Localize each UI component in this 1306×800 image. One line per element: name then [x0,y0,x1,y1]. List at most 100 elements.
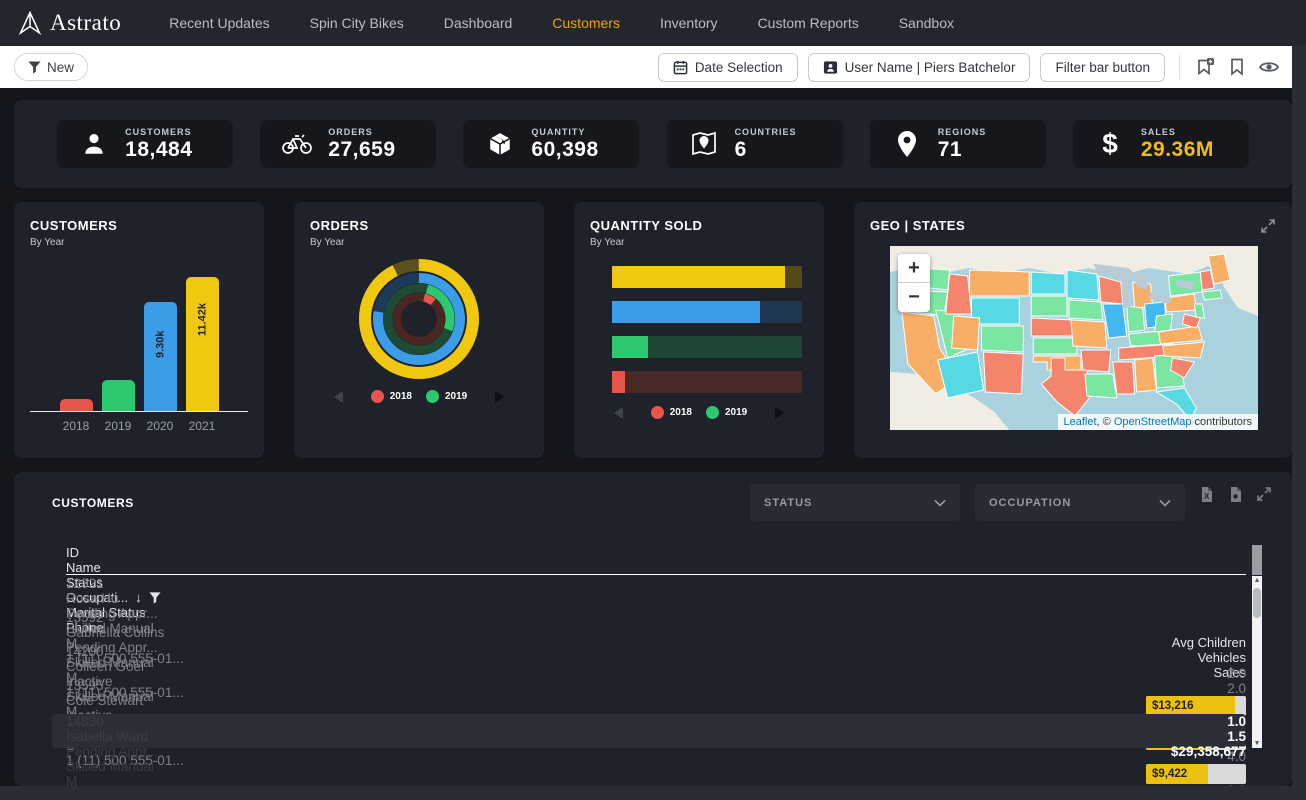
nav-items: Recent Updates Spin City Bikes Dashboard Cu… [149,15,974,31]
state-NM[interactable] [983,352,1023,394]
table-row[interactable]: 12321Rosa HuPending Appr...Skilled Manua… [66,576,1246,610]
state-MT[interactable] [970,270,1030,296]
legend-dot [426,390,439,403]
state-ND[interactable] [1031,272,1065,294]
state-MA[interactable] [1202,290,1222,300]
toolbar-right: Date Selection User Name | Piers Batchel… [658,53,1292,82]
table-row[interactable]: 13595Cole StewartInactiveSkilled ManualS… [66,678,1246,712]
bookmark-icon[interactable] [1226,56,1248,78]
state-CO[interactable] [982,326,1024,352]
scroll-down-arrow[interactable]: ▼ [1252,740,1262,747]
table-totals-row: 14830Isabella WardPending Appr...Skilled… [52,714,1246,748]
state-WV[interactable] [1155,314,1173,332]
hbar-2021[interactable] [612,266,802,288]
legend-item-2019[interactable]: 2019 [706,406,747,419]
status-dropdown[interactable]: STATUS [750,484,960,521]
legend-next-arrow[interactable] [775,407,784,419]
charts-row: CUSTOMERS By Year 9.30k11.42k 2018201920… [14,202,1292,458]
date-selection-button[interactable]: Date Selection [658,53,798,82]
table-row[interactable]: 13592Gabriella CollinsPending Appr...Ski… [66,610,1246,644]
table-vertical-scrollbar[interactable]: ▲ ▼ [1252,576,1262,748]
x-axis-label: 2018 [60,419,93,433]
legend-item-2019[interactable]: 2019 [426,390,467,403]
cell: Gabriella Collins [66,625,1246,640]
leaflet-link[interactable]: Leaflet [1064,416,1097,428]
nav-item-recent-updates[interactable]: Recent Updates [169,15,269,31]
page-vertical-scrollbar[interactable] [1292,46,1306,800]
horizontal-bar-chart [612,266,802,393]
nav-item-inventory[interactable]: Inventory [660,15,718,31]
new-filter-button[interactable]: New [14,53,88,81]
hbar-fill [612,301,760,323]
state-SD[interactable] [1031,296,1067,316]
state-MS[interactable] [1113,362,1135,394]
state-NE[interactable] [1031,318,1073,336]
expand-icon[interactable] [1260,218,1276,234]
table-scrollbar-corner[interactable] [1252,545,1262,575]
state-AL[interactable] [1135,358,1157,392]
nav-item-spin-city-bikes[interactable]: Spin City Bikes [310,15,404,31]
bar-2019[interactable] [102,380,135,411]
hbar-2020[interactable] [612,301,802,323]
legend-item-2018[interactable]: 2018 [651,406,692,419]
state-MN[interactable] [1067,270,1099,300]
x-axis-label: 2020 [144,419,177,433]
chart-legend: 2018 2019 [310,390,528,403]
table-body: 12321Rosa HuPending Appr...Skilled Manua… [66,576,1246,712]
legend-item-2018[interactable]: 2018 [371,390,412,403]
column-header-name[interactable]: Name [66,560,1246,575]
legend-next-arrow[interactable] [495,391,504,403]
osm-link[interactable]: OpenStreetMap [1114,416,1192,428]
svg-text:$: $ [1102,129,1118,159]
state-LA[interactable] [1085,374,1117,398]
legend-prev-arrow[interactable] [334,391,343,403]
kpi-card-regions: REGIONS71 [870,120,1046,168]
astrato-dashboard: Astrato Recent Updates Spin City Bikes Das… [0,0,1306,800]
filter-bar-button[interactable]: Filter bar button [1040,53,1165,82]
zoom-out-button[interactable]: − [898,283,930,312]
date-selection-label: Date Selection [695,60,783,75]
state-IA[interactable] [1069,300,1103,320]
bookmark-add-icon[interactable] [1194,56,1216,78]
state-AR[interactable] [1081,350,1111,372]
nav-item-dashboard[interactable]: Dashboard [444,15,513,31]
nav-item-customers[interactable]: Customers [552,15,620,31]
zoom-in-button[interactable]: + [898,254,930,283]
state-NJ[interactable] [1194,304,1204,318]
user-name-label: User Name | Piers Batchelor [845,60,1016,75]
state-MO[interactable] [1071,320,1107,348]
bar-2021[interactable]: 11.42k [186,277,219,411]
calendar-icon [673,60,688,75]
legend-dot [651,406,664,419]
export-file-icon[interactable] [1225,484,1245,504]
state-UT[interactable] [952,316,980,350]
bicycle-icon [266,132,328,156]
state-ID[interactable] [946,274,972,314]
table-row[interactable]: 14200Colleen GoelInactiveSkilled ManualM… [66,644,1246,678]
scrollbar-thumb[interactable] [1253,588,1261,618]
hbar-2018[interactable] [612,371,802,393]
page-horizontal-scrollbar[interactable] [0,786,1292,800]
nav-item-custom-reports[interactable]: Custom Reports [758,15,859,31]
bar-chart: 9.30k 11.42k [30,260,248,412]
bar-2020[interactable]: 9.30k [144,302,177,411]
scroll-up-arrow[interactable]: ▲ [1252,577,1262,584]
table-totals-values: 1.01.5$29,358,677 [66,714,1246,748]
export-excel-icon[interactable]: X [1196,484,1216,504]
column-header-id[interactable]: ID [66,545,1246,560]
brand[interactable]: Astrato [18,10,121,36]
user-name-button[interactable]: User Name | Piers Batchelor [808,53,1031,82]
state-KS[interactable] [1033,338,1077,354]
leaflet-map[interactable]: + − Leaflet, © OpenStreetMap contributor… [890,246,1258,430]
legend-prev-arrow[interactable] [614,407,623,419]
nav-item-sandbox[interactable]: Sandbox [899,15,954,31]
expand-icon[interactable] [1254,484,1274,504]
eye-icon[interactable] [1258,56,1280,78]
us-states-choropleth[interactable] [890,246,1258,430]
customers-by-year-chart: CUSTOMERS By Year 9.30k11.42k 2018201920… [14,202,264,458]
state-IN[interactable] [1127,306,1145,332]
bar-2018[interactable] [60,399,93,411]
occupation-dropdown[interactable]: OCCUPATION [975,484,1185,521]
kpi-value: 6 [735,138,797,162]
hbar-2019[interactable] [612,336,802,358]
